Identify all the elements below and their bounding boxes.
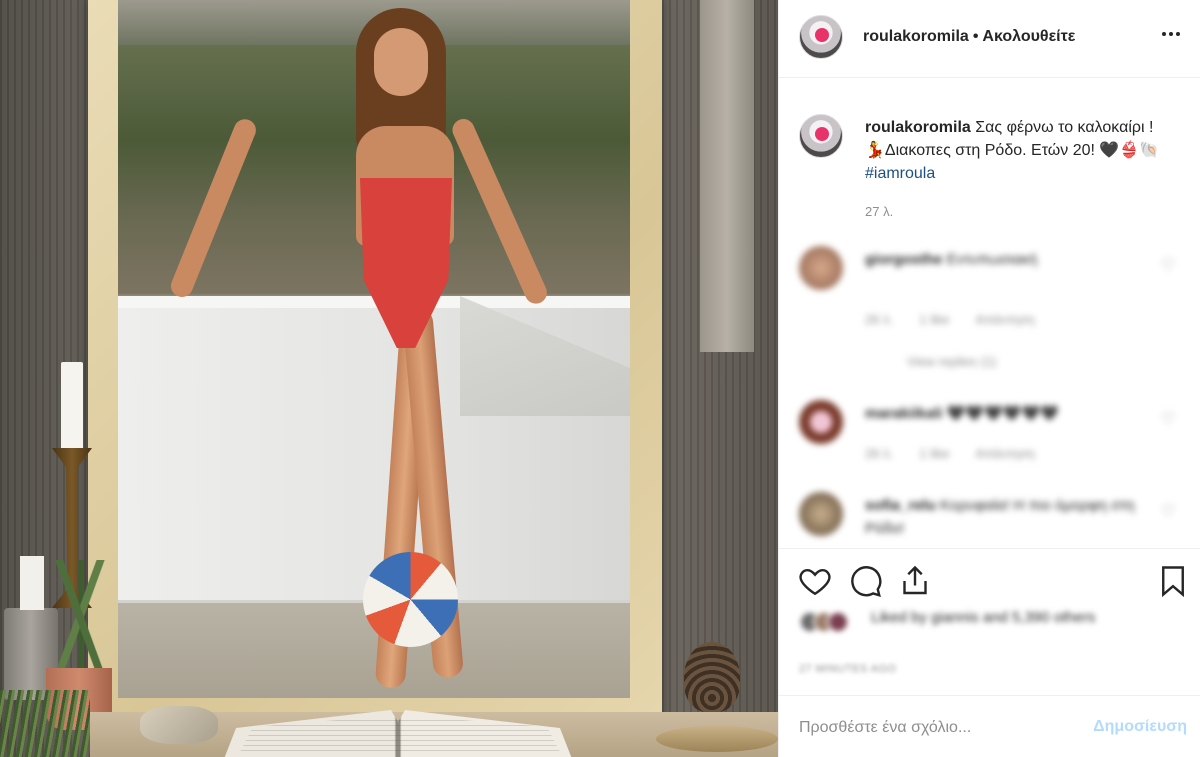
avatar[interactable] (799, 114, 843, 158)
grass-plant (0, 690, 90, 757)
avatar[interactable] (799, 15, 843, 59)
caption-body-1: Σας φέρνω το καλοκαίρι ! (975, 119, 1154, 136)
following-button[interactable]: Ακολουθείτε (982, 28, 1075, 45)
post-photo[interactable] (0, 0, 778, 757)
avatar[interactable] (799, 492, 843, 536)
share-icon[interactable] (895, 561, 935, 601)
header-username: roulakoromila • Ακολουθείτε (863, 28, 1075, 46)
post-info-panel: roulakoromila • Ακολουθείτε roulakoromila … (778, 0, 1200, 757)
decor-stone (140, 706, 218, 744)
caption-text: roulakoromila Σας φέρνω το καλοκαίρι ! 💃… (865, 116, 1165, 185)
white-candle (61, 362, 83, 450)
small-candle (20, 556, 44, 610)
wooden-dish (656, 726, 778, 752)
succulent-plant (44, 560, 118, 674)
username-link[interactable]: roulakoromila (863, 28, 969, 45)
comment-bubble-icon[interactable] (845, 561, 885, 601)
comment-reply-button[interactable]: Απάντηση (976, 446, 1035, 461)
comment-time[interactable]: 26 λ. (865, 446, 893, 461)
comment-username[interactable]: giorgosthe (865, 251, 943, 268)
likes-text[interactable]: Liked by giannis and 5,390 others (871, 607, 1191, 629)
liker-avatars (799, 611, 859, 633)
avatar[interactable] (799, 400, 843, 444)
comment-text: giorgosthe Εντυπωσιακή (865, 248, 1145, 271)
comment-input[interactable] (799, 716, 1079, 740)
comment-likes[interactable]: 1 like (919, 312, 949, 327)
heart-icon[interactable]: ♡ (1161, 412, 1177, 428)
caption-emojis: 🖤👙🐚 (1099, 142, 1160, 159)
comment-username[interactable]: marakiikali (865, 405, 943, 422)
beach-ball (363, 552, 458, 647)
separator-dot: • (972, 28, 979, 45)
comment-likes[interactable]: 1 like (919, 446, 949, 461)
publish-button[interactable]: Δημοσίευση (1093, 718, 1187, 736)
caption-body-2: Διακοπες στη Ρόδο. Ετών 20! (884, 142, 1095, 159)
pinecone (684, 642, 740, 712)
comment-text: marakiikali 🖤🖤🖤🖤🖤🖤 (865, 402, 1145, 425)
person-arm (167, 115, 260, 301)
wood-pillar (700, 0, 754, 352)
red-swimsuit (360, 178, 452, 348)
caption-username[interactable]: roulakoromila (865, 119, 971, 136)
caption-timestamp[interactable]: 27 λ. (865, 204, 893, 219)
picture-frame (88, 0, 662, 718)
comment-body: 🖤🖤🖤🖤🖤🖤 (946, 405, 1059, 422)
comment-item: sofia_relu Κορυφαία! Η πιο όμορφη στη Ρό… (779, 492, 1200, 544)
liker-avatar (827, 611, 849, 633)
comment-body: Εντυπωσιακή (946, 251, 1038, 268)
more-options-icon[interactable] (1157, 22, 1185, 52)
hashtag-link[interactable]: #iamroula (865, 165, 935, 182)
view-replies-link[interactable]: View replies (1) (907, 354, 996, 369)
post-date[interactable]: 27 MINUTES AGO (799, 663, 896, 675)
comment-time[interactable]: 26 λ. (865, 312, 893, 327)
heart-icon[interactable] (795, 561, 835, 601)
add-comment-bar: Δημοσίευση (779, 695, 1200, 757)
bookmark-icon[interactable] (1153, 561, 1193, 601)
comment-reply-button[interactable]: Απάντηση (976, 312, 1035, 327)
heart-icon[interactable]: ♡ (1161, 258, 1177, 274)
vintage-photo (118, 0, 630, 698)
post-actions: Liked by giannis and 5,390 others 27 MIN… (779, 548, 1200, 678)
comment-meta: 26 λ. 1 like Απάντηση (865, 312, 1061, 327)
post-header: roulakoromila • Ακολουθείτε (779, 0, 1200, 78)
avatar[interactable] (799, 246, 843, 290)
dance-emoji: 💃 (865, 142, 885, 159)
person-face (374, 28, 428, 96)
comment-meta: 26 λ. 1 like Απάντηση (865, 446, 1061, 461)
comment-username[interactable]: sofia_relu (865, 497, 936, 514)
heart-icon[interactable]: ♡ (1161, 504, 1177, 520)
comment-text: sofia_relu Κορυφαία! Η πιο όμορφη στη Ρό… (865, 494, 1145, 540)
